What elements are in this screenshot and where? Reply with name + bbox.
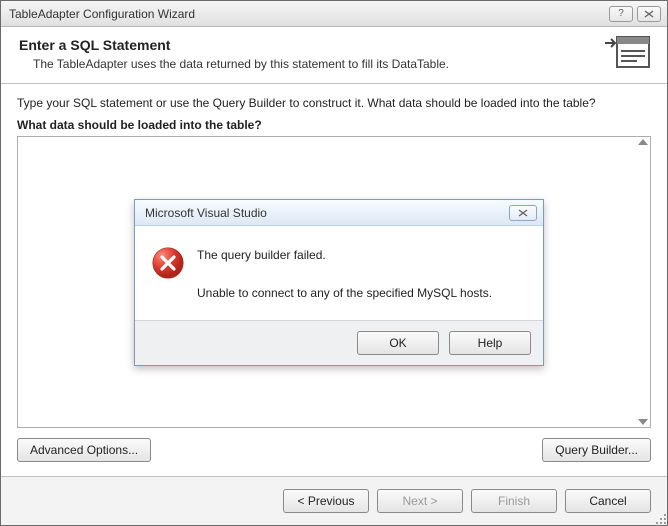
cancel-button[interactable]: Cancel <box>565 489 651 513</box>
instruction-text: Type your SQL statement or use the Query… <box>17 96 651 110</box>
dialog-titlebar: Microsoft Visual Studio <box>135 200 543 226</box>
dialog-body: The query builder failed. Unable to conn… <box>135 226 543 320</box>
window-title: TableAdapter Configuration Wizard <box>9 7 605 21</box>
ok-button[interactable]: OK <box>357 331 439 355</box>
dialog-close-button[interactable] <box>509 205 537 221</box>
next-button[interactable]: Next > <box>377 489 463 513</box>
close-button[interactable] <box>637 6 661 22</box>
query-builder-button[interactable]: Query Builder... <box>542 438 651 462</box>
error-icon <box>151 246 185 280</box>
help-dialog-button[interactable]: Help <box>449 331 531 355</box>
error-dialog: Microsoft Visual Studio The query bu <box>134 199 544 366</box>
wizard-footer: < Previous Next > Finish Cancel <box>1 476 667 525</box>
question-label: What data should be loaded into the tabl… <box>17 118 651 132</box>
scroll-up-icon[interactable] <box>638 139 648 145</box>
dialog-message-line1: The query builder failed. <box>197 246 492 265</box>
finish-button[interactable]: Finish <box>471 489 557 513</box>
wizard-header: Enter a SQL Statement The TableAdapter u… <box>1 27 667 84</box>
dialog-message: The query builder failed. Unable to conn… <box>197 246 492 304</box>
page-title: Enter a SQL Statement <box>19 37 651 53</box>
resize-handle[interactable] <box>654 512 666 524</box>
scroll-down-icon[interactable] <box>638 419 648 425</box>
advanced-options-button[interactable]: Advanced Options... <box>17 438 151 462</box>
titlebar: TableAdapter Configuration Wizard ? <box>1 1 667 27</box>
dialog-title: Microsoft Visual Studio <box>145 206 509 220</box>
data-window-icon <box>605 35 651 74</box>
help-button[interactable]: ? <box>609 6 633 22</box>
dialog-footer: OK Help <box>135 320 543 365</box>
page-subtitle: The TableAdapter uses the data returned … <box>19 57 651 71</box>
dialog-message-line2: Unable to connect to any of the specifie… <box>197 284 492 303</box>
previous-button[interactable]: < Previous <box>283 489 369 513</box>
options-row: Advanced Options... Query Builder... <box>17 438 651 462</box>
